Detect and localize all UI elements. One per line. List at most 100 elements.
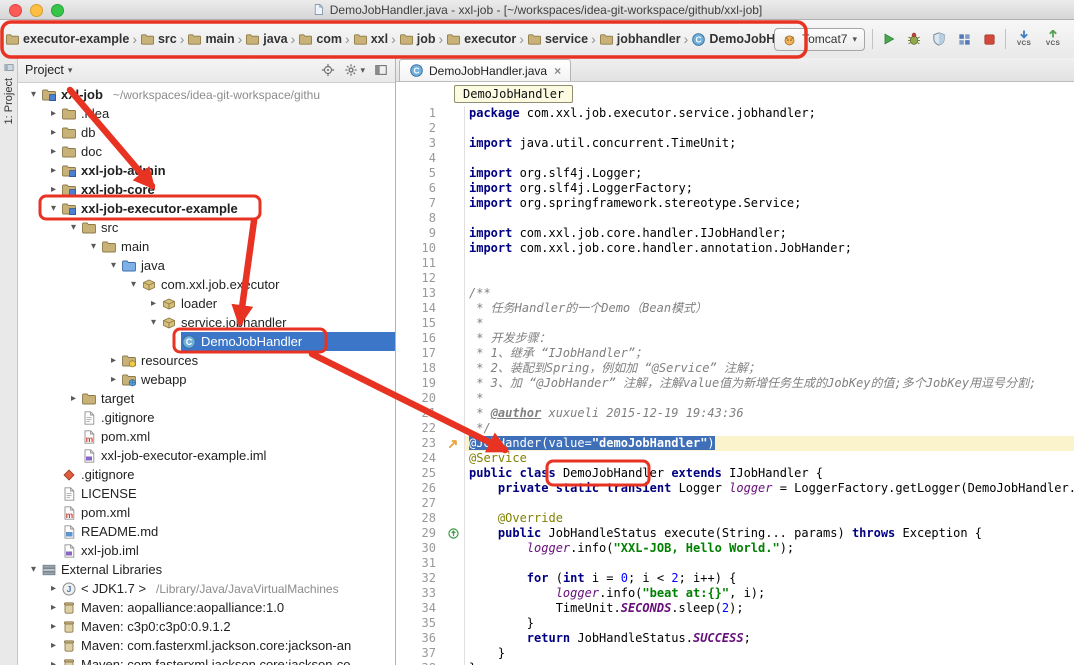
expand-arrow-icon[interactable]: ▸ xyxy=(46,602,61,613)
tree-node-com-xxl-job-executor[interactable]: ▾com.xxl.job.executor xyxy=(18,275,395,294)
tree-node-maven-aopalliance-aopalliance-1-0[interactable]: ▸Maven: aopalliance:aopalliance:1.0 xyxy=(18,598,395,617)
gutter xyxy=(443,151,465,166)
zoom-button[interactable] xyxy=(51,4,64,17)
collapse-arrow-icon[interactable]: ▾ xyxy=(46,203,61,214)
code-line-14: 14 * 任务Handler的一个Demo（Bean模式） xyxy=(396,301,1074,316)
collapse-arrow-icon[interactable]: ▾ xyxy=(26,564,41,575)
collapse-arrow-icon[interactable]: ▾ xyxy=(146,317,161,328)
code-line-20: 20 * xyxy=(396,391,1074,406)
breadcrumb-item-executor[interactable]: executor xyxy=(445,32,517,47)
tree-node-xxl-job-iml[interactable]: xxl-job.iml xyxy=(18,541,395,560)
tree-node-resources[interactable]: ▸resources xyxy=(18,351,395,370)
collapse-arrow-icon[interactable]: ▾ xyxy=(86,241,101,252)
tree-node-idea[interactable]: ▸ .idea xyxy=(18,104,395,123)
tree-node-java[interactable]: ▾java xyxy=(18,256,395,275)
maven-icon: m xyxy=(61,505,77,521)
tree-node-src[interactable]: ▾src xyxy=(18,218,395,237)
resources-icon xyxy=(121,353,137,369)
expand-arrow-icon[interactable]: ▸ xyxy=(106,374,121,385)
tree-node-readme-md[interactable]: README.md xyxy=(18,522,395,541)
tree-node-label: doc xyxy=(81,144,102,159)
editor-breadcrumb[interactable]: DemoJobHandler xyxy=(454,85,573,103)
expand-arrow-icon[interactable]: ▸ xyxy=(46,146,61,157)
breadcrumb-item-src[interactable]: src xyxy=(139,32,178,47)
expand-arrow-icon[interactable]: ▸ xyxy=(46,583,61,594)
expand-arrow-icon[interactable]: ▸ xyxy=(46,127,61,138)
breadcrumb-separator: › xyxy=(517,31,526,47)
code-line-16: 16 * 开发步骤： xyxy=(396,331,1074,346)
tree-node-pom-xml[interactable]: mpom.xml xyxy=(18,503,395,522)
dashboard-button[interactable] xyxy=(955,30,973,48)
tree-node-maven-c3p0-c3p0-0-9-1-2[interactable]: ▸ Maven: c3p0:c3p0:0.9.1.2 xyxy=(18,617,395,636)
breadcrumb-item-com[interactable]: com xyxy=(297,32,343,47)
tree-node-xxl-job-executor-example[interactable]: ▾xxl-job-executor-example xyxy=(18,199,395,218)
expand-arrow-icon[interactable]: ▸ xyxy=(66,393,81,404)
expand-arrow-icon[interactable]: ▸ xyxy=(46,621,61,632)
debug-button[interactable] xyxy=(905,30,923,48)
vcs-commit-button[interactable]: VCS xyxy=(1042,30,1064,48)
breadcrumb-item-xxl[interactable]: xxl xyxy=(352,32,389,47)
tree-node-main[interactable]: ▾main xyxy=(18,237,395,256)
code-editor[interactable]: 1package com.xxl.job.executor.service.jo… xyxy=(396,105,1074,665)
line-number: 3 xyxy=(396,136,443,151)
stop-button[interactable] xyxy=(980,30,998,48)
code-line-19: 19 * 3、加 “@JobHander” 注解，注解value值为新增任务生成… xyxy=(396,376,1074,391)
close-button[interactable] xyxy=(9,4,22,17)
project-tool-button[interactable]: 1: Project xyxy=(3,78,15,124)
collapse-arrow-icon[interactable]: ▾ xyxy=(66,222,81,233)
coverage-button[interactable] xyxy=(930,30,948,48)
expand-arrow-icon[interactable]: ▸ xyxy=(46,640,61,651)
tree-node-pom-xml[interactable]: mpom.xml xyxy=(18,427,395,446)
close-tab-icon[interactable]: × xyxy=(554,64,561,78)
tree-node-service-jobhandler[interactable]: ▾service.jobhandler xyxy=(18,313,395,332)
breadcrumb-item-java[interactable]: java xyxy=(244,32,288,47)
tree-node-label: target xyxy=(101,391,134,406)
tree-node-xxl-job-executor-example-iml[interactable]: xxl-job-executor-example.iml xyxy=(18,446,395,465)
svg-text:m: m xyxy=(66,509,74,519)
collapse-arrow-icon[interactable]: ▾ xyxy=(26,89,41,100)
breadcrumb-item-job[interactable]: job xyxy=(398,32,437,47)
collapse-arrow-icon[interactable]: ▾ xyxy=(106,260,121,271)
tree-node-label: .idea xyxy=(81,106,109,121)
run-button[interactable] xyxy=(880,30,898,48)
tree-node-label: Maven: c3p0:c3p0:0.9.1.2 xyxy=(81,619,231,634)
tree-node-external-libraries[interactable]: ▾External Libraries xyxy=(18,560,395,579)
expand-arrow-icon[interactable]: ▸ xyxy=(46,108,61,119)
breadcrumb-item-executor-example[interactable]: executor-example xyxy=(4,32,130,47)
tree-node-gitignore[interactable]: .gitignore xyxy=(18,408,395,427)
tree-node-target[interactable]: ▸ target xyxy=(18,389,395,408)
locate-button[interactable] xyxy=(321,63,335,77)
breadcrumb-item-demojobhandler[interactable]: CDemoJobHandler xyxy=(690,32,774,47)
hide-panel-button[interactable] xyxy=(374,63,388,77)
tree-node-gitignore[interactable]: .gitignore xyxy=(18,465,395,484)
collapse-arrow-icon[interactable]: ▾ xyxy=(126,279,141,290)
gutter xyxy=(443,556,465,571)
tree-node-maven-com-fasterxml-jackson-core-jackson-co[interactable]: ▸Maven: com.fasterxml.jackson.core:jacks… xyxy=(18,655,395,665)
expand-arrow-icon[interactable]: ▸ xyxy=(46,659,61,665)
tree-node-xxl-job-admin[interactable]: ▸xxl-job-admin xyxy=(18,161,395,180)
tree-node-xxl-job-core[interactable]: ▸xxl-job-core xyxy=(18,180,395,199)
tree-node-db[interactable]: ▸db xyxy=(18,123,395,142)
expand-arrow-icon[interactable]: ▸ xyxy=(106,355,121,366)
tree-node-maven-com-fasterxml-jackson-core-jackson-an[interactable]: ▸Maven: com.fasterxml.jackson.core:jacks… xyxy=(18,636,395,655)
tree-node-xxl-job[interactable]: ▾xxl-job~/workspaces/idea-git-workspace/… xyxy=(18,85,395,104)
vcs-update-button[interactable]: VCS xyxy=(1013,30,1035,48)
expand-arrow-icon[interactable]: ▸ xyxy=(46,165,61,176)
gutter xyxy=(443,616,465,631)
expand-arrow-icon[interactable]: ▸ xyxy=(146,298,161,309)
tree-node-webapp[interactable]: ▸webapp xyxy=(18,370,395,389)
tree-node-jdk1-7[interactable]: ▸J< JDK1.7 >/Library/Java/JavaVirtualMac… xyxy=(18,579,395,598)
breadcrumb-item-service[interactable]: service xyxy=(526,32,589,47)
settings-gear-button[interactable]: ▾ xyxy=(344,63,365,77)
expand-arrow-icon[interactable]: ▸ xyxy=(46,184,61,195)
tree-node-demojobhandler[interactable]: CDemoJobHandler xyxy=(18,332,395,351)
breadcrumb-item-main[interactable]: main xyxy=(186,32,235,47)
project-view-select[interactable]: Project ▾ xyxy=(25,63,72,77)
minimize-button[interactable] xyxy=(30,4,43,17)
run-configuration-select[interactable]: Tomcat7 ▾ xyxy=(774,28,865,51)
breadcrumb-item-jobhandler[interactable]: jobhandler xyxy=(598,32,682,47)
tab-demojobhandler[interactable]: C DemoJobHandler.java × xyxy=(399,59,571,81)
tree-node-license[interactable]: LICENSE xyxy=(18,484,395,503)
tree-node-doc[interactable]: ▸ doc xyxy=(18,142,395,161)
tree-node-loader[interactable]: ▸loader xyxy=(18,294,395,313)
